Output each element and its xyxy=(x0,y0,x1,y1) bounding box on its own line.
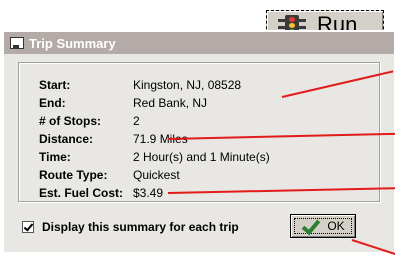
display-summary-option[interactable]: Display this summary for each trip xyxy=(22,220,239,234)
checkmark-icon xyxy=(301,219,319,233)
ok-button[interactable]: OK xyxy=(290,214,356,238)
route-type-label: Route Type: xyxy=(39,168,108,182)
dialog-titlebar[interactable]: Trip Summary xyxy=(4,32,394,54)
stops-value: 2 xyxy=(133,114,140,128)
start-label: Start: xyxy=(39,78,71,92)
start-value: Kingston, NJ, 08528 xyxy=(133,78,242,92)
computer-icon xyxy=(10,37,24,49)
stops-label: # of Stops: xyxy=(39,114,101,128)
time-label: Time: xyxy=(39,150,71,164)
fuel-cost-value: $3.49 xyxy=(133,186,164,200)
fuel-cost-label: Est. Fuel Cost: xyxy=(39,186,124,200)
distance-label: Distance: xyxy=(39,132,94,146)
display-summary-checkbox[interactable] xyxy=(22,221,34,233)
summary-panel: Start: Kingston, NJ, 08528 End: Red Bank… xyxy=(18,62,380,202)
route-type-value: Quickest xyxy=(133,168,180,182)
display-summary-label: Display this summary for each trip xyxy=(42,220,239,234)
end-label: End: xyxy=(39,96,66,110)
end-value: Red Bank, NJ xyxy=(133,96,208,110)
dialog-title: Trip Summary xyxy=(29,35,116,51)
time-value: 2 Hour(s) and 1 Minute(s) xyxy=(133,150,270,164)
